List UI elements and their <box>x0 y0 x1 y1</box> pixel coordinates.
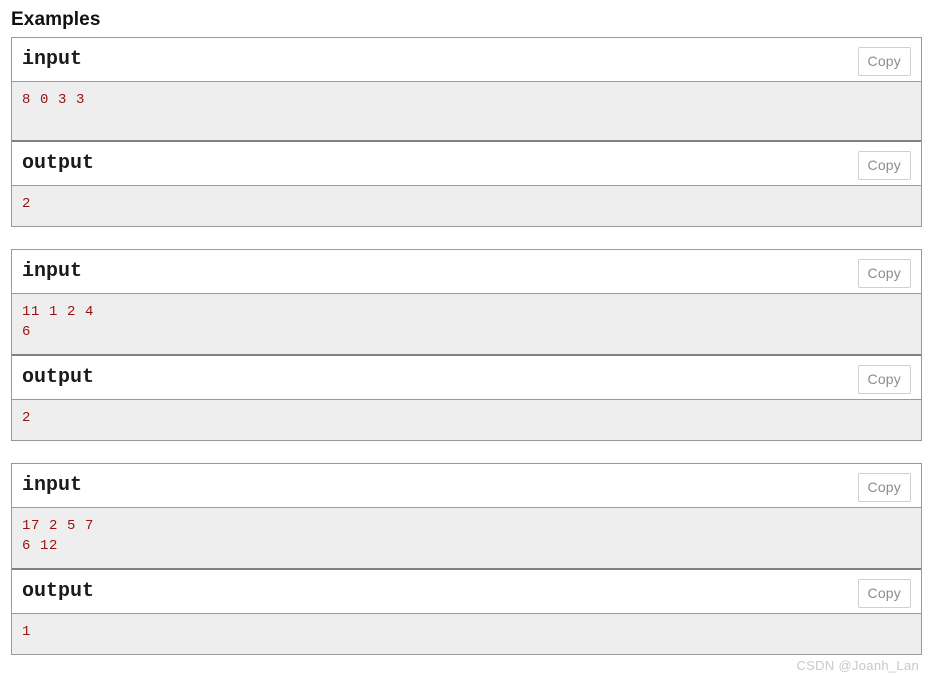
input-title-3: input Copy <box>12 463 921 508</box>
copy-input-button-2[interactable]: Copy <box>857 258 911 288</box>
input-block-2: input Copy 11 1 2 4 6 <box>12 249 921 354</box>
copy-input-button-1[interactable]: Copy <box>857 46 911 76</box>
input-data-2: 11 1 2 4 6 <box>12 293 921 354</box>
output-block-2: output Copy 2 <box>12 353 921 440</box>
sample-test-1: input Copy 8 0 3 3 output Copy 2 <box>11 36 922 227</box>
output-block-3: output Copy 1 <box>12 567 921 654</box>
input-title-2: input Copy <box>12 249 921 294</box>
output-title-label-3: output <box>22 579 95 603</box>
sample-test-2: input Copy 11 1 2 4 6 output Copy 2 <box>11 248 922 441</box>
input-title-1: input Copy <box>12 37 921 82</box>
copy-output-button-2[interactable]: Copy <box>857 364 911 394</box>
input-data-3: 17 2 5 7 6 12 <box>12 507 921 568</box>
output-data-1: 2 <box>12 185 921 226</box>
watermark: CSDN @Joanh_Lan <box>796 658 919 673</box>
input-block-1: input Copy 8 0 3 3 <box>12 37 921 140</box>
output-block-1: output Copy 2 <box>12 139 921 226</box>
output-data-3: 1 <box>12 613 921 654</box>
output-title-label-2: output <box>22 365 95 389</box>
input-title-label-3: input <box>22 473 83 497</box>
examples-page: Examples input Copy 8 0 3 3 output Copy … <box>0 0 937 679</box>
output-data-2: 2 <box>12 399 921 440</box>
copy-input-button-3[interactable]: Copy <box>857 472 911 502</box>
output-title-1: output Copy <box>12 141 921 186</box>
sample-test-3: input Copy 17 2 5 7 6 12 output Copy 1 <box>11 462 922 655</box>
input-block-3: input Copy 17 2 5 7 6 12 <box>12 463 921 568</box>
page-title: Examples <box>11 9 101 30</box>
output-title-3: output Copy <box>12 569 921 614</box>
input-title-label-1: input <box>22 47 83 71</box>
output-title-2: output Copy <box>12 355 921 400</box>
input-title-label-2: input <box>22 259 83 283</box>
copy-output-button-1[interactable]: Copy <box>857 150 911 180</box>
copy-output-button-3[interactable]: Copy <box>857 578 911 608</box>
sample-tests-container: input Copy 8 0 3 3 output Copy 2 input C… <box>0 36 937 655</box>
output-title-label-1: output <box>22 151 95 175</box>
input-data-1: 8 0 3 3 <box>12 81 921 140</box>
